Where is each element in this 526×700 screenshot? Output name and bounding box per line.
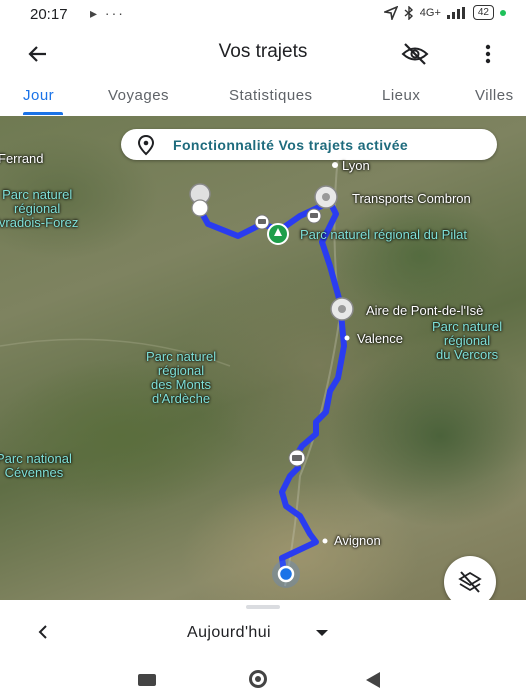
status-notification-icons: ▸ ··· — [90, 5, 125, 21]
signal-icon — [446, 6, 465, 19]
car-stop-icon[interactable] — [306, 208, 322, 224]
recents-button[interactable] — [138, 674, 156, 686]
tab-jour[interactable]: Jour — [23, 87, 54, 104]
tab-villes[interactable]: Villes — [475, 87, 514, 104]
page-title: Vos trajets — [218, 41, 308, 62]
battery-indicator: 42 — [472, 5, 494, 20]
map-label-avignon: Avignon — [334, 533, 381, 548]
location-pin-icon — [137, 134, 155, 155]
map-label-pnr-pilat: Parc naturel régional du Pilat — [300, 227, 467, 242]
current-location-dot[interactable] — [277, 565, 295, 583]
place-pin-transports[interactable] — [314, 185, 338, 209]
drag-handle[interactable] — [246, 605, 280, 609]
map-label-valence: Valence — [357, 331, 404, 346]
status-bar: 20:17 ▸ ··· 4G+ 42 — [0, 0, 526, 30]
map-label-aire: Aire de Pont-de-l'Isè — [366, 303, 484, 318]
bottom-sheet: Aujourd'hui — [0, 600, 526, 660]
map-label-pnr-vercors: Parc naturel régional du Vercors — [432, 319, 503, 362]
more-options-icon[interactable] — [478, 42, 498, 66]
map-label-transports: Transports Combron — [352, 191, 471, 206]
active-tab-indicator — [23, 112, 63, 115]
layers-off-icon — [458, 571, 482, 593]
map-label-pnr-ardeche: Parc naturel régional des Monts d'Ardèch… — [146, 349, 217, 406]
activity-pin[interactable] — [267, 223, 289, 245]
chevron-left-icon[interactable] — [36, 624, 50, 640]
system-back-button[interactable] — [366, 672, 380, 688]
status-right-icons: 4G+ 42 — [383, 5, 506, 20]
map-label-ferrand: Ferrand — [0, 151, 44, 166]
place-pin-aire[interactable] — [330, 297, 354, 321]
date-selector[interactable]: Aujourd'hui — [187, 624, 271, 642]
map-label-pnr-livradois: Parc naturel régional ivradois-Forez — [0, 187, 79, 230]
tab-voyages[interactable]: Voyages — [108, 87, 169, 104]
tab-statistiques[interactable]: Statistiques — [229, 87, 313, 104]
map-label-pn-cevennes: Parc national Cévennes — [0, 451, 72, 480]
bluetooth-icon — [404, 5, 413, 20]
layers-toggle-button[interactable] — [444, 556, 496, 600]
tab-lieux[interactable]: Lieux — [382, 87, 420, 104]
banner-text: Fonctionnalité Vos trajets activée — [173, 136, 409, 153]
map-label-lyon: Lyon — [342, 158, 370, 173]
car-stop-icon[interactable] — [288, 449, 306, 467]
home-button[interactable] — [249, 670, 267, 688]
location-arrow-icon — [383, 5, 398, 20]
city-dot-avignon — [322, 538, 328, 544]
city-dot-valence — [344, 335, 350, 341]
tab-bar: Jour Voyages Statistiques Lieux Villes — [0, 78, 526, 116]
trips-enabled-banner[interactable]: Fonctionnalité Vos trajets activée — [121, 129, 497, 160]
route-line — [195, 199, 347, 575]
network-label: 4G+ — [419, 6, 441, 19]
map-view[interactable]: Fonctionnalité Vos trajets activée Ferra… — [0, 116, 526, 600]
system-nav-bar — [0, 660, 526, 700]
place-pin-start[interactable] — [189, 183, 211, 217]
dropdown-caret-icon[interactable] — [316, 630, 328, 636]
visibility-off-icon[interactable] — [400, 40, 430, 68]
status-time: 20:17 — [30, 6, 68, 23]
city-dot-lyon — [332, 162, 338, 168]
car-stop-icon[interactable] — [254, 214, 270, 230]
active-dot-icon — [500, 9, 506, 16]
app-bar: Vos trajets — [0, 30, 526, 78]
